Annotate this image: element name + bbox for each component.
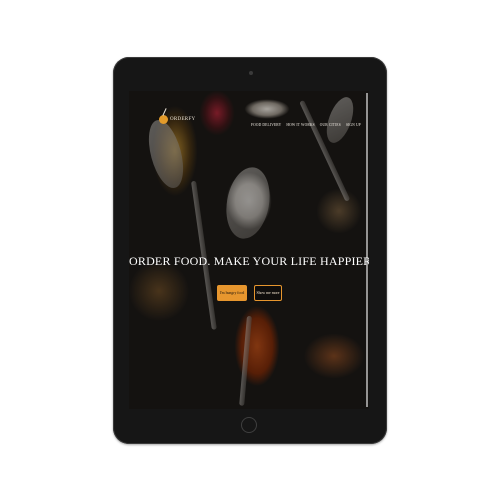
- spoon-decoration: [221, 163, 275, 243]
- top-nav: FOOD DELIVERY HOW IT WORKS OUR CITIES SI…: [251, 123, 361, 127]
- nav-item-food-delivery[interactable]: FOOD DELIVERY: [251, 123, 281, 127]
- nav-item-how-it-works[interactable]: HOW IT WORKS: [286, 123, 314, 127]
- spoon-decoration: [142, 116, 190, 192]
- hungry-button[interactable]: I'm hungry food: [217, 285, 247, 301]
- show-more-button[interactable]: Show me more: [254, 285, 282, 301]
- spoon-decoration: [321, 93, 359, 147]
- home-button[interactable]: [241, 417, 257, 433]
- spoon-logo-icon: [159, 115, 168, 124]
- camera-icon: [249, 71, 253, 75]
- tablet-device: ORDERFY FOOD DELIVERY HOW IT WORKS OUR C…: [113, 57, 387, 444]
- brand-name: ORDERFY: [170, 117, 196, 122]
- spoon-handle-decoration: [239, 315, 252, 406]
- screen: ORDERFY FOOD DELIVERY HOW IT WORKS OUR C…: [129, 91, 369, 409]
- nav-item-sign-up[interactable]: SIGN UP: [346, 123, 361, 127]
- brand-logo[interactable]: ORDERFY: [159, 115, 195, 124]
- nav-item-our-cities[interactable]: OUR CITIES: [320, 123, 341, 127]
- hero-headline: ORDER FOOD. MAKE YOUR LIFE HAPPIER!: [129, 254, 369, 268]
- hero-buttons: I'm hungry food Show me more: [217, 285, 282, 301]
- scrollbar[interactable]: [366, 93, 368, 407]
